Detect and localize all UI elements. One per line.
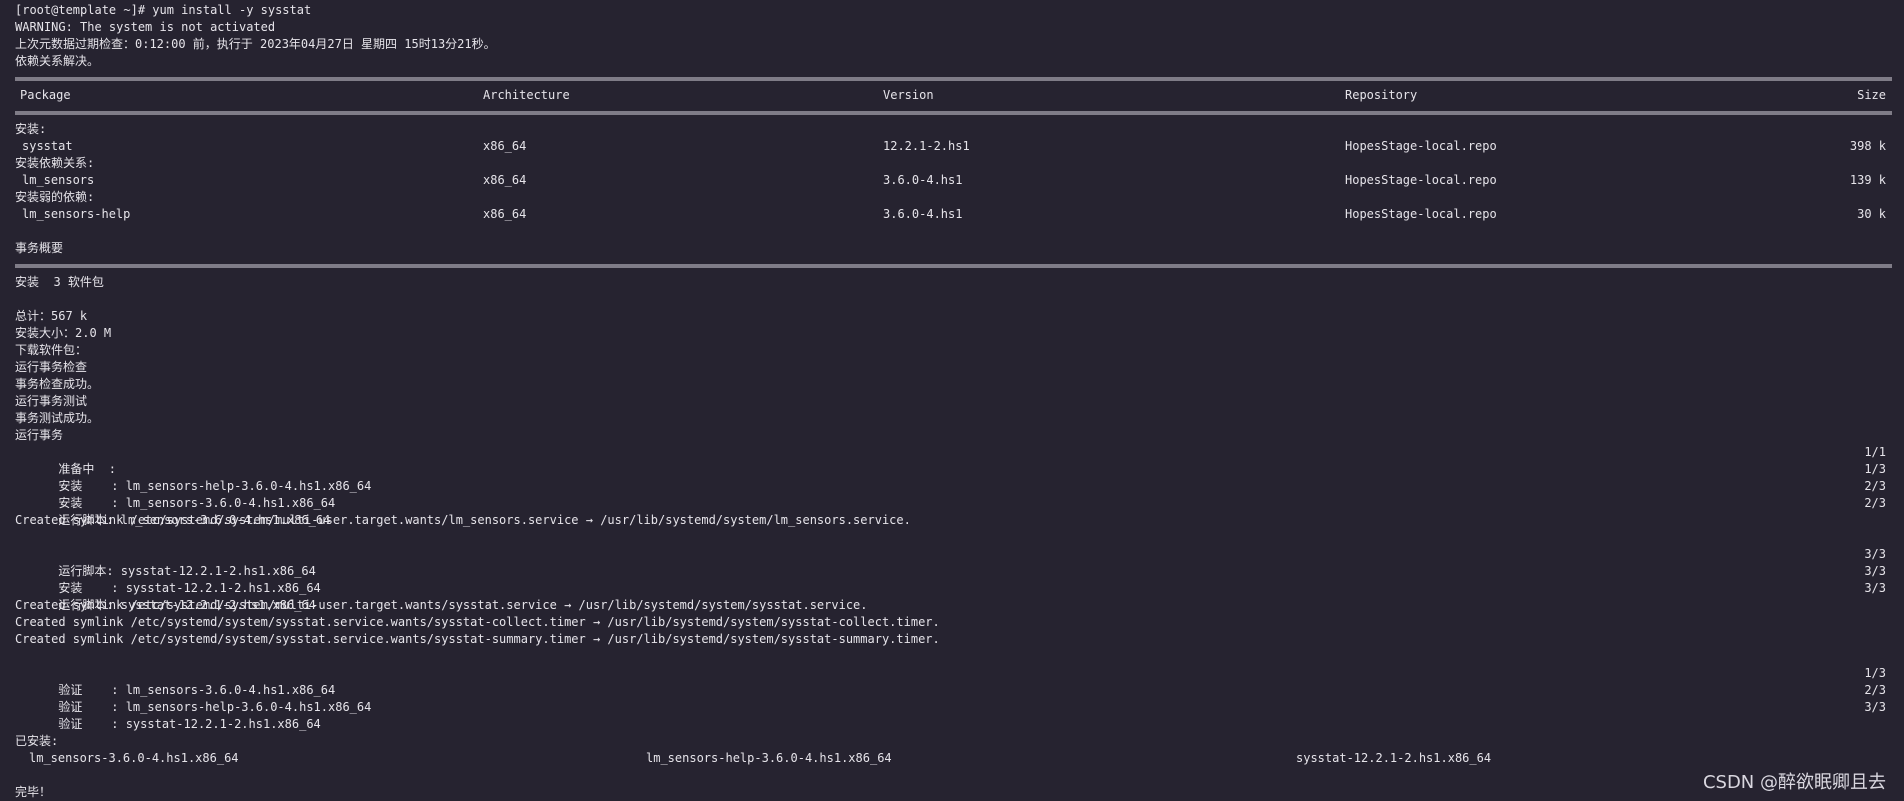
step-line: 运行事务检查	[15, 360, 88, 374]
divider: ════════════════════════════════════════…	[15, 106, 1892, 120]
summary-title: 事务概要	[15, 241, 64, 255]
verify-line: 验证 : sysstat-12.2.1-2.hs1.x86_64 3/3	[15, 699, 1892, 731]
progress-count: 2/3	[1864, 496, 1886, 510]
table-header-row: Package Architecture Version Repository …	[15, 87, 1892, 104]
table-row: sysstat x86_64 12.2.1-2.hs1 HopesStage-l…	[15, 138, 1892, 155]
divider: ════════════════════════════════════════…	[15, 259, 1892, 273]
progress-count: 2/3	[1864, 479, 1886, 493]
col-header-architecture: Architecture	[483, 88, 570, 102]
progress-count: 1/3	[1864, 462, 1886, 476]
watermark: CSDN @醉欲眠卿且去	[1702, 772, 1886, 793]
col-header-package: Package	[20, 88, 71, 102]
row-package: lm_sensors-help	[22, 207, 131, 221]
symlink-line: Created symlink /etc/systemd/system/syss…	[15, 615, 940, 629]
row-package: lm_sensors	[22, 173, 95, 187]
progress-count: 3/3	[1864, 581, 1886, 595]
warning-line: WARNING: The system is not activated	[15, 20, 276, 34]
deps-resolved-line: 依赖关系解决。	[15, 54, 100, 68]
symlink-line: Created symlink /etc/systemd/system/mult…	[15, 598, 868, 612]
col-header-size: Size	[1857, 88, 1886, 102]
verify-line: 验证 : lm_sensors-help-3.6.0-4.hs1.x86_64 …	[15, 682, 1892, 714]
row-size: 139 k	[1849, 173, 1886, 187]
divider: ════════════════════════════════════════…	[15, 72, 1892, 86]
progress-line: 安装 : lm_sensors-help-3.6.0-4.hs1.x86_64 …	[15, 461, 1892, 493]
step-line: 运行事务测试	[15, 394, 88, 408]
total-line: 总计：567 k	[15, 309, 88, 323]
row-version: 3.6.0-4.hs1	[883, 173, 963, 187]
section-weak-deps-label: 安装弱的依赖:	[15, 190, 95, 204]
terminal-window[interactable]: [root@template ~]# yum install -y syssta…	[0, 0, 1904, 801]
verify-count: 1/3	[1864, 666, 1886, 680]
progress-line: 运行脚本: sysstat-12.2.1-2.hs1.x86_64 3/3	[15, 580, 1892, 612]
step-line: 运行事务	[15, 428, 64, 442]
progress-line: 准备中 : 1/1	[15, 444, 1892, 476]
progress-line: 运行脚本: sysstat-12.2.1-2.hs1.x86_64 3/3	[15, 546, 1892, 578]
table-row: lm_sensors-help x86_64 3.6.0-4.hs1 Hopes…	[15, 206, 1892, 223]
installed-list: lm_sensors-3.6.0-4.hs1.x86_64 lm_sensors…	[15, 750, 1892, 767]
row-version: 3.6.0-4.hs1	[883, 207, 963, 221]
verify-count: 3/3	[1864, 700, 1886, 714]
row-version: 12.2.1-2.hs1	[883, 139, 970, 153]
row-package: sysstat	[22, 139, 73, 153]
row-repo: HopesStage-local.repo	[1345, 173, 1497, 187]
metadata-check-line: 上次元数据过期检查：0:12:00 前，执行于 2023年04月27日 星期四 …	[15, 37, 496, 51]
progress-count: 3/3	[1864, 564, 1886, 578]
step-line: 事务测试成功。	[15, 411, 100, 425]
row-size: 398 k	[1849, 139, 1886, 153]
symlink-line: Created symlink /etc/systemd/system/mult…	[15, 513, 911, 527]
verify-line: 验证 : lm_sensors-3.6.0-4.hs1.x86_64 1/3	[15, 665, 1892, 697]
downloading-line: 下载软件包：	[15, 343, 88, 357]
row-arch: x86_64	[483, 173, 527, 187]
progress-count: 1/1	[1864, 445, 1886, 459]
installed-package: sysstat-12.2.1-2.hs1.x86_64	[1296, 751, 1492, 765]
verify-count: 2/3	[1864, 683, 1886, 697]
installed-package: lm_sensors-help-3.6.0-4.hs1.x86_64	[646, 751, 892, 765]
progress-line: 运行脚本: lm_sensors-3.6.0-4.hs1.x86_64 2/3	[15, 495, 1892, 527]
progress-line: 安装 : sysstat-12.2.1-2.hs1.x86_64 3/3	[15, 563, 1892, 595]
row-size: 30 k	[1857, 207, 1886, 221]
installed-package: lm_sensors-3.6.0-4.hs1.x86_64	[29, 751, 239, 765]
col-header-version: Version	[883, 88, 934, 102]
row-repo: HopesStage-local.repo	[1345, 207, 1497, 221]
progress-line: 安装 : lm_sensors-3.6.0-4.hs1.x86_64 2/3	[15, 478, 1892, 510]
step-line: 事务检查成功。	[15, 377, 100, 391]
verify-label: 验证 : sysstat-12.2.1-2.hs1.x86_64	[43, 717, 321, 731]
installed-title: 已安装:	[15, 734, 59, 748]
progress-count: 3/3	[1864, 547, 1886, 561]
symlink-line: Created symlink /etc/systemd/system/syss…	[15, 632, 940, 646]
row-arch: x86_64	[483, 207, 527, 221]
installed-size-line: 安装大小：2.0 M	[15, 326, 112, 340]
section-install-label: 安装:	[15, 122, 47, 136]
complete-line: 完毕！	[15, 785, 52, 799]
row-repo: HopesStage-local.repo	[1345, 139, 1497, 153]
section-deps-label: 安装依赖关系:	[15, 156, 95, 170]
col-header-repository: Repository	[1345, 88, 1418, 102]
command-line: [root@template ~]# yum install -y syssta…	[15, 3, 312, 17]
row-arch: x86_64	[483, 139, 527, 153]
table-row: lm_sensors x86_64 3.6.0-4.hs1 HopesStage…	[15, 172, 1892, 189]
install-count-line: 安装 3 软件包	[15, 275, 104, 289]
